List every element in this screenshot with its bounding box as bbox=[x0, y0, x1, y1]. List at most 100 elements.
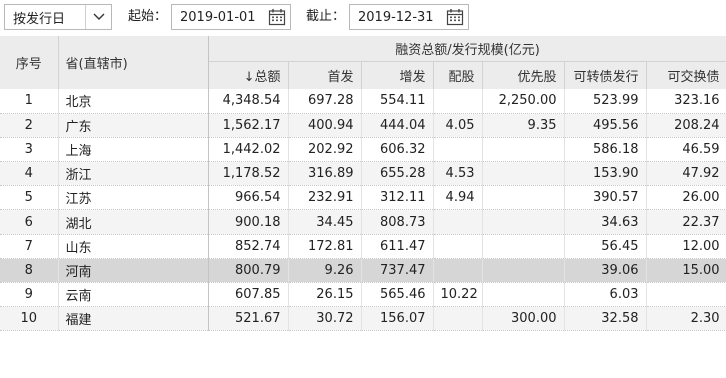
cell-ipo: 400.94 bbox=[288, 113, 362, 138]
table-row[interactable]: 2 广东 1,562.17 400.94 444.04 4.05 9.35 495.56 208… bbox=[0, 113, 726, 138]
cell-rights-issue: 4.94 bbox=[433, 185, 483, 211]
cell-rights-issue bbox=[433, 89, 483, 114]
cell-preferred-stock bbox=[482, 282, 565, 308]
table-row[interactable]: 3 上海 1,442.02 202.92 606.32 586.18 46.59 bbox=[0, 137, 726, 163]
header-total[interactable]: ↓总额 bbox=[208, 61, 289, 89]
cell-convertible-bond: 39.06 bbox=[564, 258, 647, 284]
toolbar: 按发行日 起始： 2019-01-01 截止： 2019-12-31 bbox=[0, 0, 726, 36]
cell-index: 6 bbox=[0, 209, 59, 235]
cell-ipo: 34.45 bbox=[288, 209, 362, 235]
cell-exchangeable-bond: 46.59 bbox=[646, 137, 726, 163]
cell-region: 江苏 bbox=[58, 185, 209, 211]
cell-additional-issue: 737.47 bbox=[361, 258, 434, 284]
issue-mode-select[interactable]: 按发行日 bbox=[4, 4, 112, 30]
cell-ipo: 172.81 bbox=[288, 234, 362, 259]
start-date-label: 起始： bbox=[128, 9, 168, 24]
cell-total: 852.74 bbox=[208, 234, 289, 259]
cell-ipo: 202.92 bbox=[288, 137, 362, 163]
cell-rights-issue bbox=[433, 209, 483, 235]
cell-preferred-stock bbox=[482, 209, 565, 235]
chevron-down-icon[interactable] bbox=[85, 5, 111, 29]
header-group-financing: 融资总额/发行规模(亿元) bbox=[208, 36, 726, 62]
cell-convertible-bond: 56.45 bbox=[564, 234, 647, 259]
cell-total: 966.54 bbox=[208, 185, 289, 211]
cell-rights-issue: 4.05 bbox=[433, 113, 483, 138]
cell-total: 800.79 bbox=[208, 258, 289, 284]
calendar-icon[interactable] bbox=[446, 8, 464, 26]
table-row[interactable]: 9 云南 607.85 26.15 565.46 10.22 6.03 bbox=[0, 282, 726, 308]
cell-rights-issue: 10.22 bbox=[433, 282, 483, 308]
end-date-label: 截止： bbox=[306, 9, 346, 24]
cell-region: 上海 bbox=[58, 137, 209, 163]
cell-region: 福建 bbox=[58, 306, 209, 332]
cell-region: 湖北 bbox=[58, 209, 209, 235]
table-row[interactable]: 7 山东 852.74 172.81 611.47 56.45 12.00 bbox=[0, 234, 726, 259]
header-region[interactable]: 省(直辖市) bbox=[58, 36, 209, 89]
cell-convertible-bond: 586.18 bbox=[564, 137, 647, 163]
cell-rights-issue bbox=[433, 234, 483, 259]
end-date-input[interactable]: 2019-12-31 bbox=[349, 4, 469, 30]
cell-index: 9 bbox=[0, 282, 59, 308]
table-row[interactable]: 8 河南 800.79 9.26 737.47 39.06 15.00 bbox=[0, 258, 726, 284]
cell-total: 1,178.52 bbox=[208, 161, 289, 187]
table-row[interactable]: 1 北京 4,348.54 697.28 554.11 2,250.00 523.99 323… bbox=[0, 89, 726, 114]
cell-ipo: 9.26 bbox=[288, 258, 362, 284]
table-row[interactable]: 10 福建 521.67 30.72 156.07 300.00 32.58 2.30 bbox=[0, 306, 726, 332]
cell-convertible-bond: 34.63 bbox=[564, 209, 647, 235]
table-row[interactable]: 5 江苏 966.54 232.91 312.11 4.94 390.57 26.00 bbox=[0, 185, 726, 211]
financing-table: 序号 省(直辖市) 融资总额/发行规模(亿元) ↓总额 首发 增发 配股 优先股… bbox=[0, 36, 726, 332]
cell-region: 云南 bbox=[58, 282, 209, 308]
cell-ipo: 30.72 bbox=[288, 306, 362, 332]
cell-ipo: 232.91 bbox=[288, 185, 362, 211]
cell-additional-issue: 312.11 bbox=[361, 185, 434, 211]
header-ipo[interactable]: 首发 bbox=[288, 61, 362, 89]
cell-ipo: 316.89 bbox=[288, 161, 362, 187]
table-row[interactable]: 4 浙江 1,178.52 316.89 655.28 4.53 153.90 47.92 bbox=[0, 161, 726, 187]
cell-total: 1,442.02 bbox=[208, 137, 289, 163]
cell-exchangeable-bond: 47.92 bbox=[646, 161, 726, 187]
cell-index: 10 bbox=[0, 306, 59, 332]
cell-rights-issue: 4.53 bbox=[433, 161, 483, 187]
cell-convertible-bond: 6.03 bbox=[564, 282, 647, 308]
cell-exchangeable-bond bbox=[646, 282, 726, 308]
cell-additional-issue: 808.73 bbox=[361, 209, 434, 235]
cell-index: 1 bbox=[0, 89, 59, 114]
table-row[interactable]: 6 湖北 900.18 34.45 808.73 34.63 22.37 bbox=[0, 209, 726, 235]
cell-exchangeable-bond: 208.24 bbox=[646, 113, 726, 138]
header-additional-issue[interactable]: 增发 bbox=[361, 61, 434, 89]
cell-convertible-bond: 495.56 bbox=[564, 113, 647, 138]
cell-region: 山东 bbox=[58, 234, 209, 259]
end-date-value: 2019-12-31 bbox=[358, 9, 434, 25]
header-index[interactable]: 序号 bbox=[0, 36, 59, 89]
cell-index: 5 bbox=[0, 185, 59, 211]
header-exchangeable-bond[interactable]: 可交换债 bbox=[646, 61, 726, 89]
cell-convertible-bond: 523.99 bbox=[564, 89, 647, 114]
cell-preferred-stock bbox=[482, 258, 565, 284]
cell-region: 浙江 bbox=[58, 161, 209, 187]
cell-index: 4 bbox=[0, 161, 59, 187]
cell-preferred-stock: 300.00 bbox=[482, 306, 565, 332]
cell-exchangeable-bond: 22.37 bbox=[646, 209, 726, 235]
cell-preferred-stock: 2,250.00 bbox=[482, 89, 565, 114]
cell-preferred-stock bbox=[482, 137, 565, 163]
cell-ipo: 697.28 bbox=[288, 89, 362, 114]
start-date-input[interactable]: 2019-01-01 bbox=[171, 4, 291, 30]
cell-preferred-stock bbox=[482, 234, 565, 259]
header-rights-issue[interactable]: 配股 bbox=[433, 61, 483, 89]
header-convertible-bond[interactable]: 可转债发行 bbox=[564, 61, 647, 89]
cell-additional-issue: 655.28 bbox=[361, 161, 434, 187]
cell-total: 1,562.17 bbox=[208, 113, 289, 138]
cell-additional-issue: 611.47 bbox=[361, 234, 434, 259]
cell-additional-issue: 606.32 bbox=[361, 137, 434, 163]
cell-rights-issue bbox=[433, 258, 483, 284]
cell-ipo: 26.15 bbox=[288, 282, 362, 308]
cell-preferred-stock bbox=[482, 185, 565, 211]
header-preferred-stock[interactable]: 优先股 bbox=[482, 61, 565, 89]
cell-exchangeable-bond: 323.16 bbox=[646, 89, 726, 114]
cell-exchangeable-bond: 12.00 bbox=[646, 234, 726, 259]
cell-total: 900.18 bbox=[208, 209, 289, 235]
cell-index: 2 bbox=[0, 113, 59, 138]
cell-index: 8 bbox=[0, 258, 59, 284]
calendar-icon[interactable] bbox=[268, 8, 286, 26]
cell-exchangeable-bond: 26.00 bbox=[646, 185, 726, 211]
